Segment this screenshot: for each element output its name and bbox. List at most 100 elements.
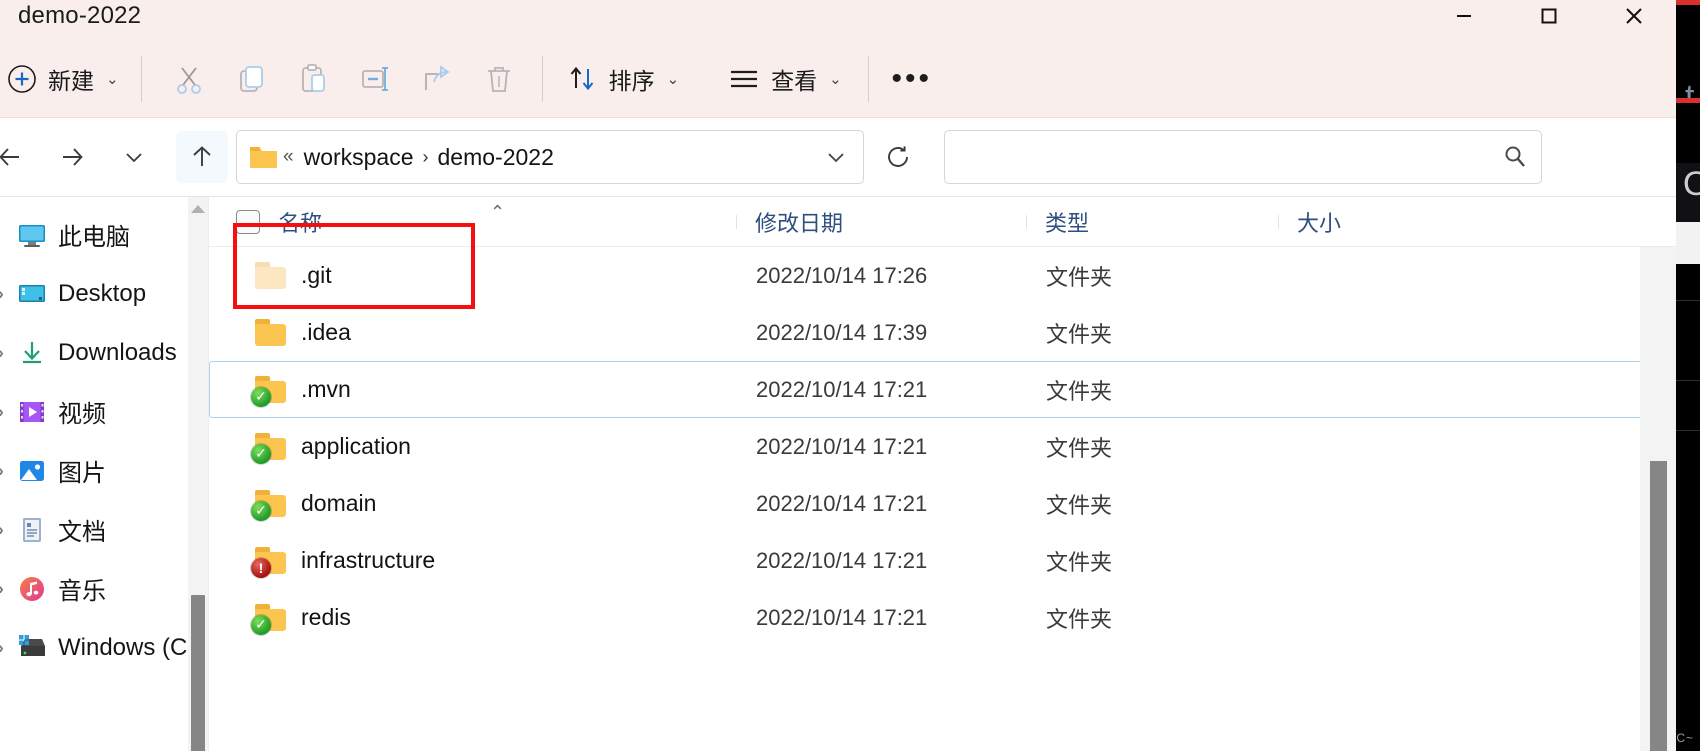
background-divider-3 (1676, 430, 1700, 431)
search-input[interactable] (945, 144, 1489, 170)
downloads-icon (23, 341, 41, 363)
sidebar-item-图片[interactable]: › 图片 (0, 441, 204, 500)
status-ok-overlay-icon: ✓ (251, 443, 271, 464)
close-button[interactable] (1591, 0, 1676, 40)
breadcrumb-item-workspace[interactable]: workspace (298, 140, 420, 175)
sidebar-item-视频[interactable]: › 视频 (0, 382, 204, 441)
sidebar-item-此电脑[interactable]: 此电脑 (0, 205, 204, 264)
folder-icon: ! (251, 546, 289, 578)
column-header-name[interactable]: 名称 ⌃ (209, 202, 737, 238)
column-header-type[interactable]: 类型 (1027, 206, 1279, 238)
table-row[interactable]: ! infrastructure 2022/10/14 17:21 文件夹 (209, 532, 1676, 589)
navigation-pane: 此电脑 › Desktop › Downloads › 视频 › 图片 › 文档 › 音乐 › Window… (0, 196, 208, 751)
search-icon[interactable] (1489, 131, 1541, 183)
file-name-label: redis (301, 604, 351, 630)
chevron-right-icon[interactable]: › (0, 461, 16, 481)
plus-circle-icon (6, 63, 38, 95)
cell-name[interactable]: .idea (210, 318, 738, 347)
sidebar-item-音乐[interactable]: › 音乐 (0, 559, 204, 618)
sidebar-item-label: Windows (C:) (58, 633, 203, 661)
new-button[interactable]: 新建 ⌄ (0, 55, 129, 103)
sidebar-item-label: 视频 (58, 401, 106, 428)
chevron-right-icon[interactable]: › (0, 343, 16, 363)
chevron-right-icon[interactable]: › (0, 284, 16, 304)
cut-button[interactable] (158, 53, 220, 105)
file-list-scrollbar[interactable] (1640, 247, 1676, 751)
title-bar: demo-2022 (0, 0, 1676, 40)
cell-name[interactable]: ✓ application (210, 432, 738, 464)
music-icon (20, 576, 44, 601)
chevron-down-icon-sort: ⌄ (666, 70, 680, 88)
documents-icon (16, 514, 48, 546)
cell-name[interactable]: .git (210, 261, 738, 290)
sidebar-item-label: 文档 (58, 519, 106, 546)
select-all-checkbox[interactable] (236, 209, 260, 234)
file-name-label: domain (301, 490, 377, 516)
sidebar-item-Downloads[interactable]: › Downloads (0, 323, 204, 382)
share-button[interactable] (406, 53, 468, 105)
chevron-right-icon[interactable]: › (0, 638, 16, 658)
cell-date: 2022/10/14 17:26 (738, 263, 1028, 289)
table-row[interactable]: .idea 2022/10/14 17:39 文件夹 (209, 304, 1676, 361)
scroll-up-arrow-icon[interactable] (191, 205, 205, 213)
chevron-right-icon[interactable]: › (0, 520, 16, 540)
drive-icon (16, 632, 48, 664)
breadcrumb-separator: › (422, 146, 429, 167)
sidebar-item-文档[interactable]: › 文档 (0, 500, 204, 559)
breadcrumb-overflow[interactable]: « (279, 146, 298, 168)
breadcrumb-item-demo-2022[interactable]: demo-2022 (432, 140, 560, 175)
delete-button[interactable] (468, 53, 530, 105)
file-type-label: 文件夹 (1046, 264, 1113, 290)
recent-locations-button[interactable] (108, 131, 160, 183)
sort-button[interactable]: 排序 ⌄ (555, 55, 690, 103)
view-button[interactable]: 查看 ⌄ (717, 55, 852, 103)
table-row[interactable]: .git 2022/10/14 17:26 文件夹 (209, 247, 1676, 304)
breadcrumb-expand-button[interactable] (815, 135, 857, 179)
folder-icon (255, 318, 289, 347)
column-divider-type[interactable] (1278, 214, 1279, 229)
folder-icon (255, 261, 289, 290)
table-row[interactable]: ✓ redis 2022/10/14 17:21 文件夹 (209, 589, 1676, 646)
sort-arrows-icon (565, 62, 599, 96)
more-options-button[interactable]: ••• (881, 53, 943, 105)
sidebar-item-Windows (C:)[interactable]: › Windows (C:) (0, 618, 204, 677)
sidebar-scroll-thumb[interactable] (191, 595, 205, 751)
background-divider-2 (1676, 380, 1700, 381)
cell-name[interactable]: ✓ redis (210, 603, 738, 635)
sidebar-item-Desktop[interactable]: › Desktop (0, 264, 204, 323)
forward-button[interactable] (46, 131, 98, 183)
file-list-scroll-thumb[interactable] (1650, 461, 1667, 751)
folder-icon: ✓ (251, 489, 289, 521)
date-modified-label: 2022/10/14 17:21 (756, 490, 928, 516)
cell-name[interactable]: ✓ .mvn (210, 375, 738, 407)
copy-button[interactable] (220, 53, 282, 105)
refresh-button[interactable] (872, 131, 924, 183)
cell-date: 2022/10/14 17:21 (738, 548, 1028, 574)
cell-name[interactable]: ! infrastructure (210, 546, 738, 578)
paste-button[interactable] (282, 53, 344, 105)
column-header-date[interactable]: 修改日期 (737, 206, 1027, 238)
cell-name[interactable]: ✓ domain (210, 489, 738, 521)
chevron-right-icon[interactable]: › (0, 402, 16, 422)
table-row[interactable]: ✓ application 2022/10/14 17:21 文件夹 (209, 418, 1676, 475)
column-header-size[interactable]: 大小 (1279, 206, 1439, 238)
sidebar-item-label: 此电脑 (58, 224, 130, 251)
back-button[interactable] (0, 131, 36, 183)
videos-icon (20, 401, 44, 422)
minimize-button[interactable] (1421, 0, 1506, 40)
table-row[interactable]: ✓ domain 2022/10/14 17:21 文件夹 (209, 475, 1676, 532)
maximize-button[interactable] (1506, 0, 1591, 40)
arrow-left-icon (0, 148, 19, 166)
rename-button[interactable] (344, 53, 406, 105)
breadcrumb[interactable]: « workspace › demo-2022 (236, 130, 864, 184)
date-modified-label: 2022/10/14 17:21 (756, 547, 928, 573)
table-row[interactable]: ✓ .mvn 2022/10/14 17:21 文件夹 (209, 361, 1676, 418)
cell-date: 2022/10/14 17:21 (738, 377, 1028, 403)
scissors-icon (172, 62, 206, 96)
up-button[interactable] (176, 131, 228, 183)
file-name-label: application (301, 433, 411, 459)
sidebar-scrollbar[interactable] (188, 197, 208, 751)
chevron-right-icon[interactable]: › (0, 579, 16, 599)
chevron-down-icon-history (126, 153, 142, 163)
search-box[interactable] (944, 130, 1542, 184)
